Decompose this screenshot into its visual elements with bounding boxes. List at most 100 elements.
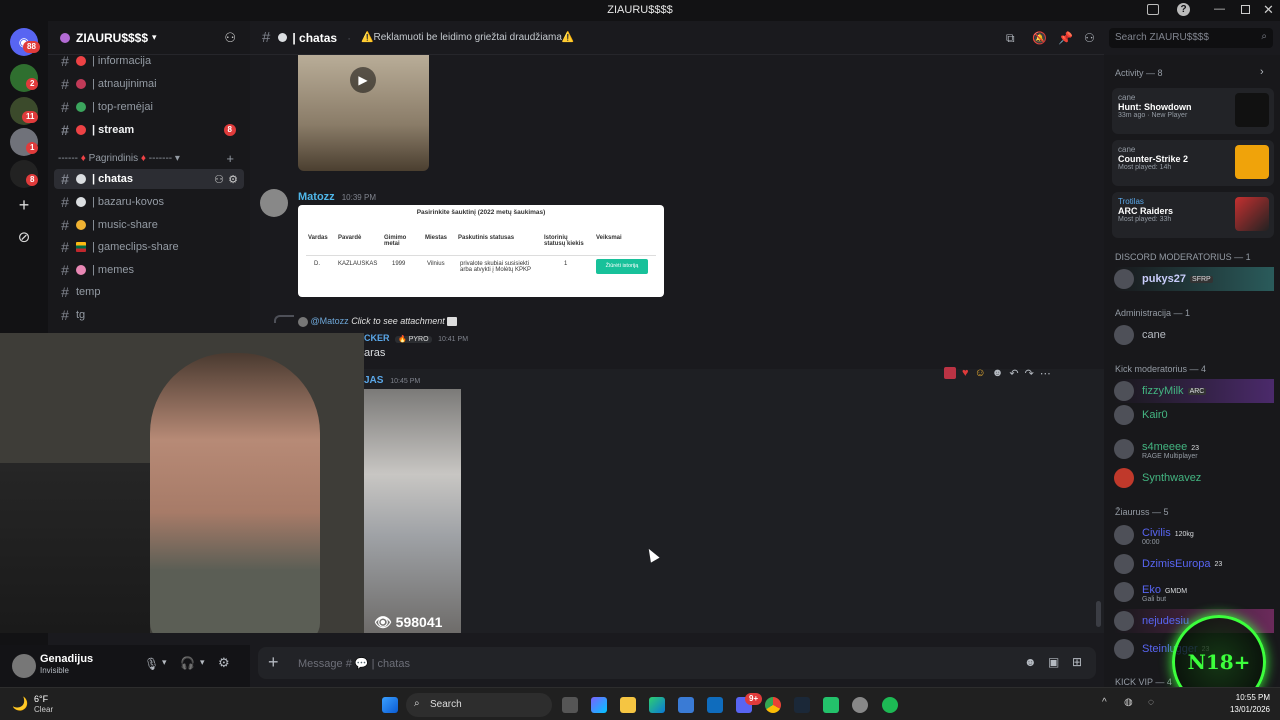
member-item[interactable]: fizzyMilk ARC <box>1114 379 1274 403</box>
channel-label: | gameclips-share <box>92 241 179 253</box>
volume-icon[interactable]: ◌ <box>1148 697 1154 708</box>
inbox-icon[interactable] <box>1147 4 1159 15</box>
app-icon[interactable] <box>823 697 839 713</box>
category-pagrindinis[interactable]: ------ ♦ Pagrindinis ♦ ------- ▾ + <box>58 151 244 166</box>
channel-music-share[interactable]: # | music-share <box>54 215 244 235</box>
channel-memes[interactable]: # | memes <box>54 260 244 280</box>
sticker-icon[interactable]: ☻ <box>1024 655 1037 669</box>
channel-bazaru-kovos[interactable]: # | bazaru-kovos <box>54 192 244 212</box>
chevron-down-icon[interactable]: ▾ <box>200 657 205 668</box>
member-item[interactable]: Kair0 <box>1114 403 1274 427</box>
forward-icon[interactable]: ↷ <box>1025 367 1034 380</box>
clock-date[interactable]: 13/01/2026 <box>1218 705 1270 714</box>
member-item[interactable]: pukys27 SFRP <box>1114 267 1274 291</box>
play-icon[interactable]: ▶ <box>350 67 376 93</box>
channel-gameclips-share[interactable]: # | gameclips-share <box>54 237 244 257</box>
channel-informacija[interactable]: # | informacija <box>54 51 244 71</box>
member-list-icon[interactable]: ⚇ <box>1084 31 1095 45</box>
invite-icon[interactable]: ⚇ <box>224 30 236 46</box>
add-reaction-icon[interactable]: ☻ <box>992 367 1004 379</box>
reaction-emoji-icon[interactable] <box>944 367 956 379</box>
chevron-down-icon[interactable]: ▾ <box>162 657 167 668</box>
spotify-icon[interactable] <box>882 697 898 713</box>
timestamp: 10:39 PM <box>341 193 376 202</box>
username[interactable]: Genadijus <box>40 653 93 665</box>
clock-time[interactable]: 10:55 PM <box>1225 693 1270 702</box>
threads-icon[interactable]: ⧉ <box>1006 31 1015 46</box>
member-item[interactable]: DzimisEuropa 23 <box>1114 552 1274 576</box>
video-attachment[interactable]: 👁 598041 <box>364 389 461 633</box>
video-thumbnail[interactable]: ▶ <box>298 55 429 171</box>
gif-icon[interactable]: ▣ <box>1048 655 1059 669</box>
discover-icon[interactable]: ⊘ <box>10 223 38 251</box>
edge-icon[interactable] <box>649 697 665 713</box>
attachment-image[interactable]: Pasirinkite šauktinį (2022 metų šaukimas… <box>298 205 664 297</box>
channel-topic[interactable]: ⚠️Reklamuoti be leidimo griežtai draudži… <box>361 32 574 43</box>
author-name[interactable]: JAS <box>364 375 383 386</box>
member-item[interactable]: Eko GMDM Gali but <box>1114 580 1274 604</box>
more-icon[interactable]: ⋯ <box>1040 367 1051 380</box>
speech-bubble-icon <box>278 33 288 42</box>
settings-app-icon[interactable] <box>852 697 868 713</box>
channel-label: temp <box>76 286 101 298</box>
gift-icon[interactable]: ⊞ <box>1072 655 1082 669</box>
tray-chevron-icon[interactable]: ^ <box>1102 697 1107 708</box>
reply-text[interactable]: Click to see attachment <box>351 316 445 326</box>
author-name[interactable]: Matozz <box>298 191 335 203</box>
minimize-button[interactable]: — <box>1214 3 1225 15</box>
channel-tg[interactable]: # tg <box>54 305 244 325</box>
server-header[interactable]: ZIAURU$$$$ ▾ ⚇ <box>48 21 250 55</box>
message-input[interactable]: + Message # 💬 | chatas ☻ ▣ ⊞ <box>258 647 1096 679</box>
settings-icon[interactable]: ⚙ <box>218 655 230 671</box>
mail-icon[interactable] <box>707 697 723 713</box>
laugh-reaction-icon[interactable]: ☺ <box>975 367 986 379</box>
file-explorer-icon[interactable] <box>620 697 636 713</box>
activity-card[interactable]: Trotilas ARC Raiders Most played: 33h <box>1112 192 1274 238</box>
attach-plus-icon[interactable]: + <box>268 652 279 672</box>
chevron-right-icon[interactable]: › <box>1260 66 1264 78</box>
channel-top-remejai[interactable]: # | top-remėjai <box>54 97 244 117</box>
invite-icon[interactable]: ⚇ <box>214 173 224 186</box>
heart-reaction-icon[interactable]: ♥ <box>962 367 969 379</box>
store-icon[interactable] <box>678 697 694 713</box>
windows-start-icon[interactable] <box>382 697 398 713</box>
settings-icon[interactable]: ⚙ <box>228 173 238 186</box>
steam-icon[interactable] <box>794 697 810 713</box>
maximize-button[interactable] <box>1241 5 1250 14</box>
channel-chatas[interactable]: # | chatas ⚙ ⚇ <box>54 169 244 189</box>
member-item[interactable]: Civilis 120kg 00:00 <box>1114 523 1274 547</box>
reply-icon[interactable]: ↶ <box>1009 367 1018 380</box>
avatar <box>1114 439 1134 459</box>
pin-icon[interactable]: 📌 <box>1058 31 1073 45</box>
scrollbar-thumb[interactable] <box>1096 601 1101 627</box>
reply-preview[interactable]: @Matozz Click to see attachment <box>298 316 458 327</box>
chrome-icon[interactable] <box>765 697 781 713</box>
member-item[interactable]: cane <box>1114 323 1274 347</box>
headphones-icon[interactable]: 🎧 <box>180 656 195 670</box>
microphone-icon[interactable]: 🎙 <box>144 657 159 671</box>
taskbar-search[interactable]: ⌕ Search <box>406 693 552 717</box>
search-input[interactable]: Search ZIAURU$$$$ ⌕ <box>1109 28 1273 48</box>
avatar[interactable] <box>260 189 288 217</box>
help-icon[interactable]: ? <box>1177 3 1190 16</box>
channel-stream[interactable]: # | stream 8 <box>54 120 244 140</box>
weather-icon[interactable]: 🌙 <box>12 696 28 712</box>
avatar[interactable] <box>12 654 36 678</box>
mute-icon[interactable]: 🔕 <box>1032 31 1047 45</box>
activity-card[interactable]: cane Hunt: Showdown 33m ago · New Player <box>1112 88 1274 134</box>
copilot-icon[interactable] <box>591 697 607 713</box>
close-button[interactable]: ✕ <box>1263 2 1274 18</box>
history-button[interactable]: Žiūrėti istoriją <box>596 259 648 274</box>
network-icon[interactable]: ◍ <box>1124 697 1133 708</box>
task-view-icon[interactable] <box>562 697 578 713</box>
member-item[interactable]: Synthwavez <box>1114 466 1274 490</box>
channel-atnaujinimai[interactable]: # | atnaujinimai <box>54 74 244 94</box>
reply-mention[interactable]: @Matozz <box>311 316 349 326</box>
member-item[interactable]: s4meeee 23 RAGE Multiplayer <box>1114 437 1274 461</box>
add-channel-icon[interactable]: + <box>226 151 234 166</box>
channel-temp[interactable]: # temp <box>54 282 244 302</box>
activity-card[interactable]: cane Counter-Strike 2 Most played: 14h <box>1112 140 1274 186</box>
member-name: s4meeee <box>1142 440 1188 453</box>
author-name[interactable]: CKER <box>364 333 390 343</box>
add-server-icon[interactable]: + <box>10 191 38 219</box>
